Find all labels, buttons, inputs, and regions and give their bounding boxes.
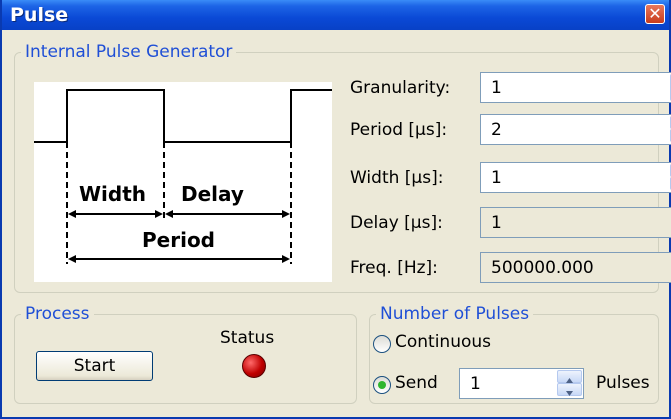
delay-field: 1 (480, 207, 671, 238)
delay-arrow-right-head (282, 210, 290, 218)
width-arrow-right-head (155, 210, 163, 218)
delay-field-label: Delay [µs]: (350, 213, 443, 233)
pulse-window: Pulse ✕ Internal Pulse Generator Width D… (0, 0, 671, 419)
start-button-label: Start (73, 356, 116, 376)
pulse-waveform: Width Delay Period (34, 89, 332, 264)
delay-arrow-left-head (165, 210, 173, 218)
freq-field-label: Freq. [Hz]: (350, 258, 438, 278)
pulse-count-value: 1 (470, 374, 481, 394)
status-led (242, 354, 266, 378)
start-button[interactable]: Start (36, 351, 153, 381)
delay-value: 1 (491, 213, 502, 233)
close-icon: ✕ (648, 4, 662, 23)
width-field-label: Width [µs]: (350, 168, 444, 188)
pulse-count-spin-up[interactable] (557, 370, 582, 383)
status-label: Status (220, 328, 275, 348)
close-button[interactable]: ✕ (645, 4, 665, 24)
width-arrow-left-head (68, 210, 76, 218)
width-spinbox[interactable]: 1 (480, 162, 671, 193)
period-spinbox[interactable]: 2 (480, 114, 671, 145)
period-field-label: Period [µs]: (350, 120, 448, 140)
delay-label: Delay (181, 182, 244, 206)
pulse-count-spin-buttons (557, 370, 582, 397)
send-label[interactable]: Send (395, 373, 438, 393)
title-bar[interactable]: Pulse ✕ (2, 0, 669, 30)
continuous-label[interactable]: Continuous (395, 332, 491, 352)
send-radio-dot (378, 381, 386, 389)
period-value: 2 (491, 120, 502, 140)
arrow-down-icon (566, 391, 573, 396)
period-label: Period (142, 228, 215, 252)
pulse-signal (34, 89, 332, 143)
window-title: Pulse (10, 4, 69, 26)
width-label: Width (79, 182, 146, 206)
granularity-select[interactable]: 1 (480, 72, 671, 103)
width-value: 1 (491, 168, 502, 188)
send-radio[interactable] (373, 376, 391, 394)
pulse-count-spinbox[interactable]: 1 (459, 368, 584, 399)
granularity-label: Granularity: (350, 78, 451, 98)
generator-legend: Internal Pulse Generator (25, 42, 233, 62)
freq-field: 500000.000 (480, 252, 671, 283)
pulses-legend: Number of Pulses (380, 304, 530, 324)
process-legend: Process (25, 304, 90, 324)
period-arrow-left-head (68, 255, 76, 263)
freq-value: 500000.000 (491, 258, 594, 278)
pulses-unit-label: Pulses (596, 373, 650, 393)
continuous-radio[interactable] (373, 335, 391, 353)
period-arrow-right-head (282, 255, 290, 263)
pulse-count-spin-down[interactable] (557, 383, 582, 396)
granularity-value: 1 (491, 78, 502, 98)
pulse-diagram: Width Delay Period (34, 82, 332, 282)
